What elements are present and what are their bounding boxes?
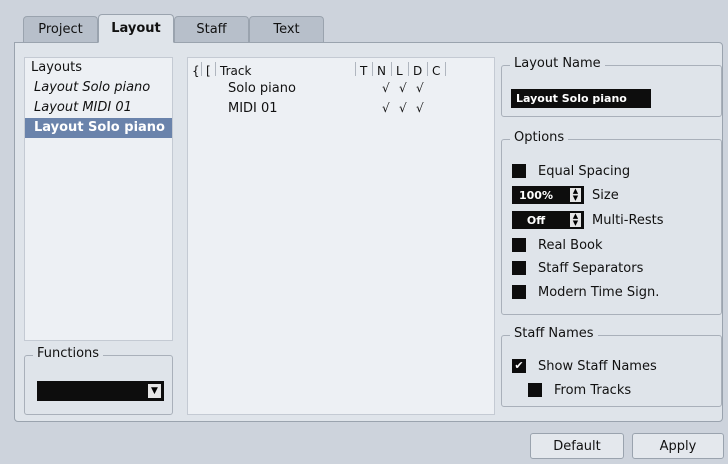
tab-project[interactable]: Project bbox=[23, 16, 98, 42]
track-name: Solo piano bbox=[228, 81, 296, 96]
layout-name-input[interactable]: Layout Solo piano bbox=[511, 89, 651, 108]
check-icon: ✔ bbox=[512, 359, 526, 373]
staff-names-group: Staff Names ✔ Show Staff Names From Trac… bbox=[501, 326, 722, 407]
spin-arrows-icon[interactable]: ▲ ▼ bbox=[570, 188, 581, 202]
apply-button[interactable]: Apply bbox=[632, 433, 724, 459]
multi-rests-label: Multi-Rests bbox=[592, 212, 664, 228]
size-row: 100% ▲ ▼ Size bbox=[512, 186, 619, 204]
layout-name-label: Layout Name bbox=[510, 56, 605, 71]
tab-staff[interactable]: Staff bbox=[174, 16, 249, 42]
layouts-list: Layouts Layout Solo piano Layout MIDI 01… bbox=[24, 57, 173, 341]
show-staff-names-label: Show Staff Names bbox=[538, 358, 657, 374]
chevron-down-icon: ▼ bbox=[148, 384, 161, 398]
tab-label: Layout bbox=[111, 21, 161, 36]
column-divider bbox=[201, 62, 202, 76]
modern-time-checkbox[interactable]: Modern Time Sign. bbox=[512, 283, 659, 301]
staff-separators-checkbox[interactable]: Staff Separators bbox=[512, 259, 643, 277]
from-tracks-label: From Tracks bbox=[554, 382, 632, 398]
table-row[interactable]: Solo piano √ √ √ bbox=[188, 79, 494, 99]
tab-label: Staff bbox=[196, 22, 227, 37]
size-spinbox[interactable]: 100% ▲ ▼ bbox=[512, 186, 584, 204]
table-row[interactable]: MIDI 01 √ √ √ bbox=[188, 99, 494, 119]
staff-names-label: Staff Names bbox=[510, 326, 598, 341]
tab-label: Project bbox=[38, 22, 83, 37]
column-divider bbox=[355, 62, 356, 76]
column-divider bbox=[215, 62, 216, 76]
multi-rests-row: Off ▲ ▼ Multi-Rests bbox=[512, 211, 664, 229]
default-button[interactable]: Default bbox=[530, 433, 624, 459]
options-label: Options bbox=[510, 130, 569, 145]
multi-rests-value: Off bbox=[526, 213, 546, 227]
column-header-l: L bbox=[396, 64, 403, 78]
track-name: MIDI 01 bbox=[228, 101, 278, 116]
check-icon[interactable]: √ bbox=[382, 81, 390, 95]
tracks-table: { [ Track T N L D C Solo piano √ √ √ MID… bbox=[187, 57, 495, 415]
equal-spacing-label: Equal Spacing bbox=[538, 163, 631, 179]
checkbox-box bbox=[528, 383, 542, 397]
functions-dropdown[interactable]: ▼ bbox=[37, 381, 164, 401]
check-icon[interactable]: √ bbox=[399, 101, 407, 115]
show-staff-names-checkbox[interactable]: ✔ Show Staff Names bbox=[512, 357, 657, 375]
size-label: Size bbox=[592, 187, 619, 203]
column-header-n: N bbox=[377, 64, 386, 78]
list-item[interactable]: Layout Solo piano bbox=[25, 78, 172, 98]
equal-spacing-checkbox[interactable]: Equal Spacing bbox=[512, 162, 630, 180]
modern-time-label: Modern Time Sign. bbox=[538, 284, 660, 300]
check-icon[interactable]: √ bbox=[416, 101, 424, 115]
options-group: Options Equal Spacing 100% ▲ ▼ Size Off ▲… bbox=[501, 130, 722, 315]
check-icon[interactable]: √ bbox=[416, 81, 424, 95]
functions-group: Functions ▼ bbox=[24, 346, 173, 415]
column-header-d: D bbox=[413, 64, 423, 78]
column-divider bbox=[391, 62, 392, 76]
tab-label: Text bbox=[273, 22, 300, 37]
checkbox-box bbox=[512, 285, 526, 299]
column-divider bbox=[445, 62, 446, 76]
list-item[interactable]: Layout Solo piano bbox=[25, 118, 172, 138]
staff-separators-label: Staff Separators bbox=[538, 260, 644, 276]
checkbox-box bbox=[512, 261, 526, 275]
real-book-label: Real Book bbox=[538, 237, 603, 253]
from-tracks-checkbox[interactable]: From Tracks bbox=[528, 381, 631, 399]
checkbox-box bbox=[512, 164, 526, 178]
column-header-t: T bbox=[360, 64, 368, 78]
size-value: 100% bbox=[519, 188, 553, 202]
real-book-checkbox[interactable]: Real Book bbox=[512, 236, 603, 254]
tab-layout[interactable]: Layout bbox=[98, 14, 174, 43]
spin-arrows-icon[interactable]: ▲ ▼ bbox=[570, 213, 581, 227]
checkbox-box bbox=[512, 238, 526, 252]
layouts-header: Layouts bbox=[31, 60, 82, 75]
column-divider bbox=[427, 62, 428, 76]
functions-label: Functions bbox=[33, 346, 104, 361]
column-header-brace: { bbox=[192, 64, 200, 78]
column-divider bbox=[372, 62, 373, 76]
layout-panel: Layouts Layout Solo piano Layout MIDI 01… bbox=[14, 42, 723, 422]
check-icon[interactable]: √ bbox=[399, 81, 407, 95]
check-icon[interactable]: √ bbox=[382, 101, 390, 115]
column-divider bbox=[408, 62, 409, 76]
multi-rests-spinbox[interactable]: Off ▲ ▼ bbox=[512, 211, 584, 229]
layout-name-group: Layout Name Layout Solo piano bbox=[501, 56, 722, 117]
column-header-c: C bbox=[432, 64, 441, 78]
tab-text[interactable]: Text bbox=[249, 16, 324, 42]
column-header-bracket: [ bbox=[206, 64, 211, 78]
column-header-track: Track bbox=[220, 64, 252, 78]
list-item[interactable]: Layout MIDI 01 bbox=[25, 98, 172, 118]
